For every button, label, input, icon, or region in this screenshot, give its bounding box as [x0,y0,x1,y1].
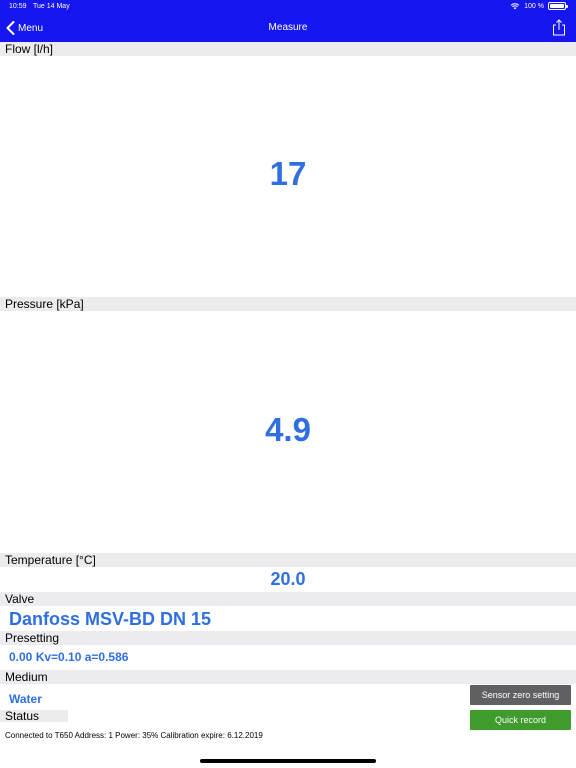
flow-header: Flow [l/h] [0,42,576,56]
home-indicator [200,759,376,763]
status-time: 10:59 [9,3,27,10]
status-date: Tue 14 May [33,3,70,10]
wifi-icon [510,3,520,10]
presetting-value: 0.00 Kv=0.10 a=0.586 [9,650,129,664]
presetting-header: Presetting [0,631,576,645]
valve-header: Valve [0,592,576,606]
page-title: Measure [268,22,308,33]
share-icon[interactable] [552,19,566,36]
connection-status: Connected to T650 Address: 1 Power: 35% … [5,731,263,740]
temperature-value: 20.0 [270,569,306,589]
battery-text: 100 % [524,2,544,10]
status-indicators: 100 % [510,2,568,10]
navigation-bar [0,0,576,42]
status-header: Status [0,710,68,722]
flow-value: 17 [269,155,307,192]
pressure-value: 4.9 [265,411,311,448]
pressure-header: Pressure [kPa] [0,297,576,311]
valve-value: Danfoss MSV-BD DN 15 [9,609,212,629]
medium-header: Medium [0,670,576,684]
battery-level [550,4,564,8]
temperature-header: Temperature [°C] [0,553,576,567]
sensor-zero-setting-button[interactable]: Sensor zero setting [470,685,571,705]
battery-icon [548,2,568,10]
quick-record-button[interactable]: Quick record [470,710,571,730]
medium-value: Water [9,692,42,706]
